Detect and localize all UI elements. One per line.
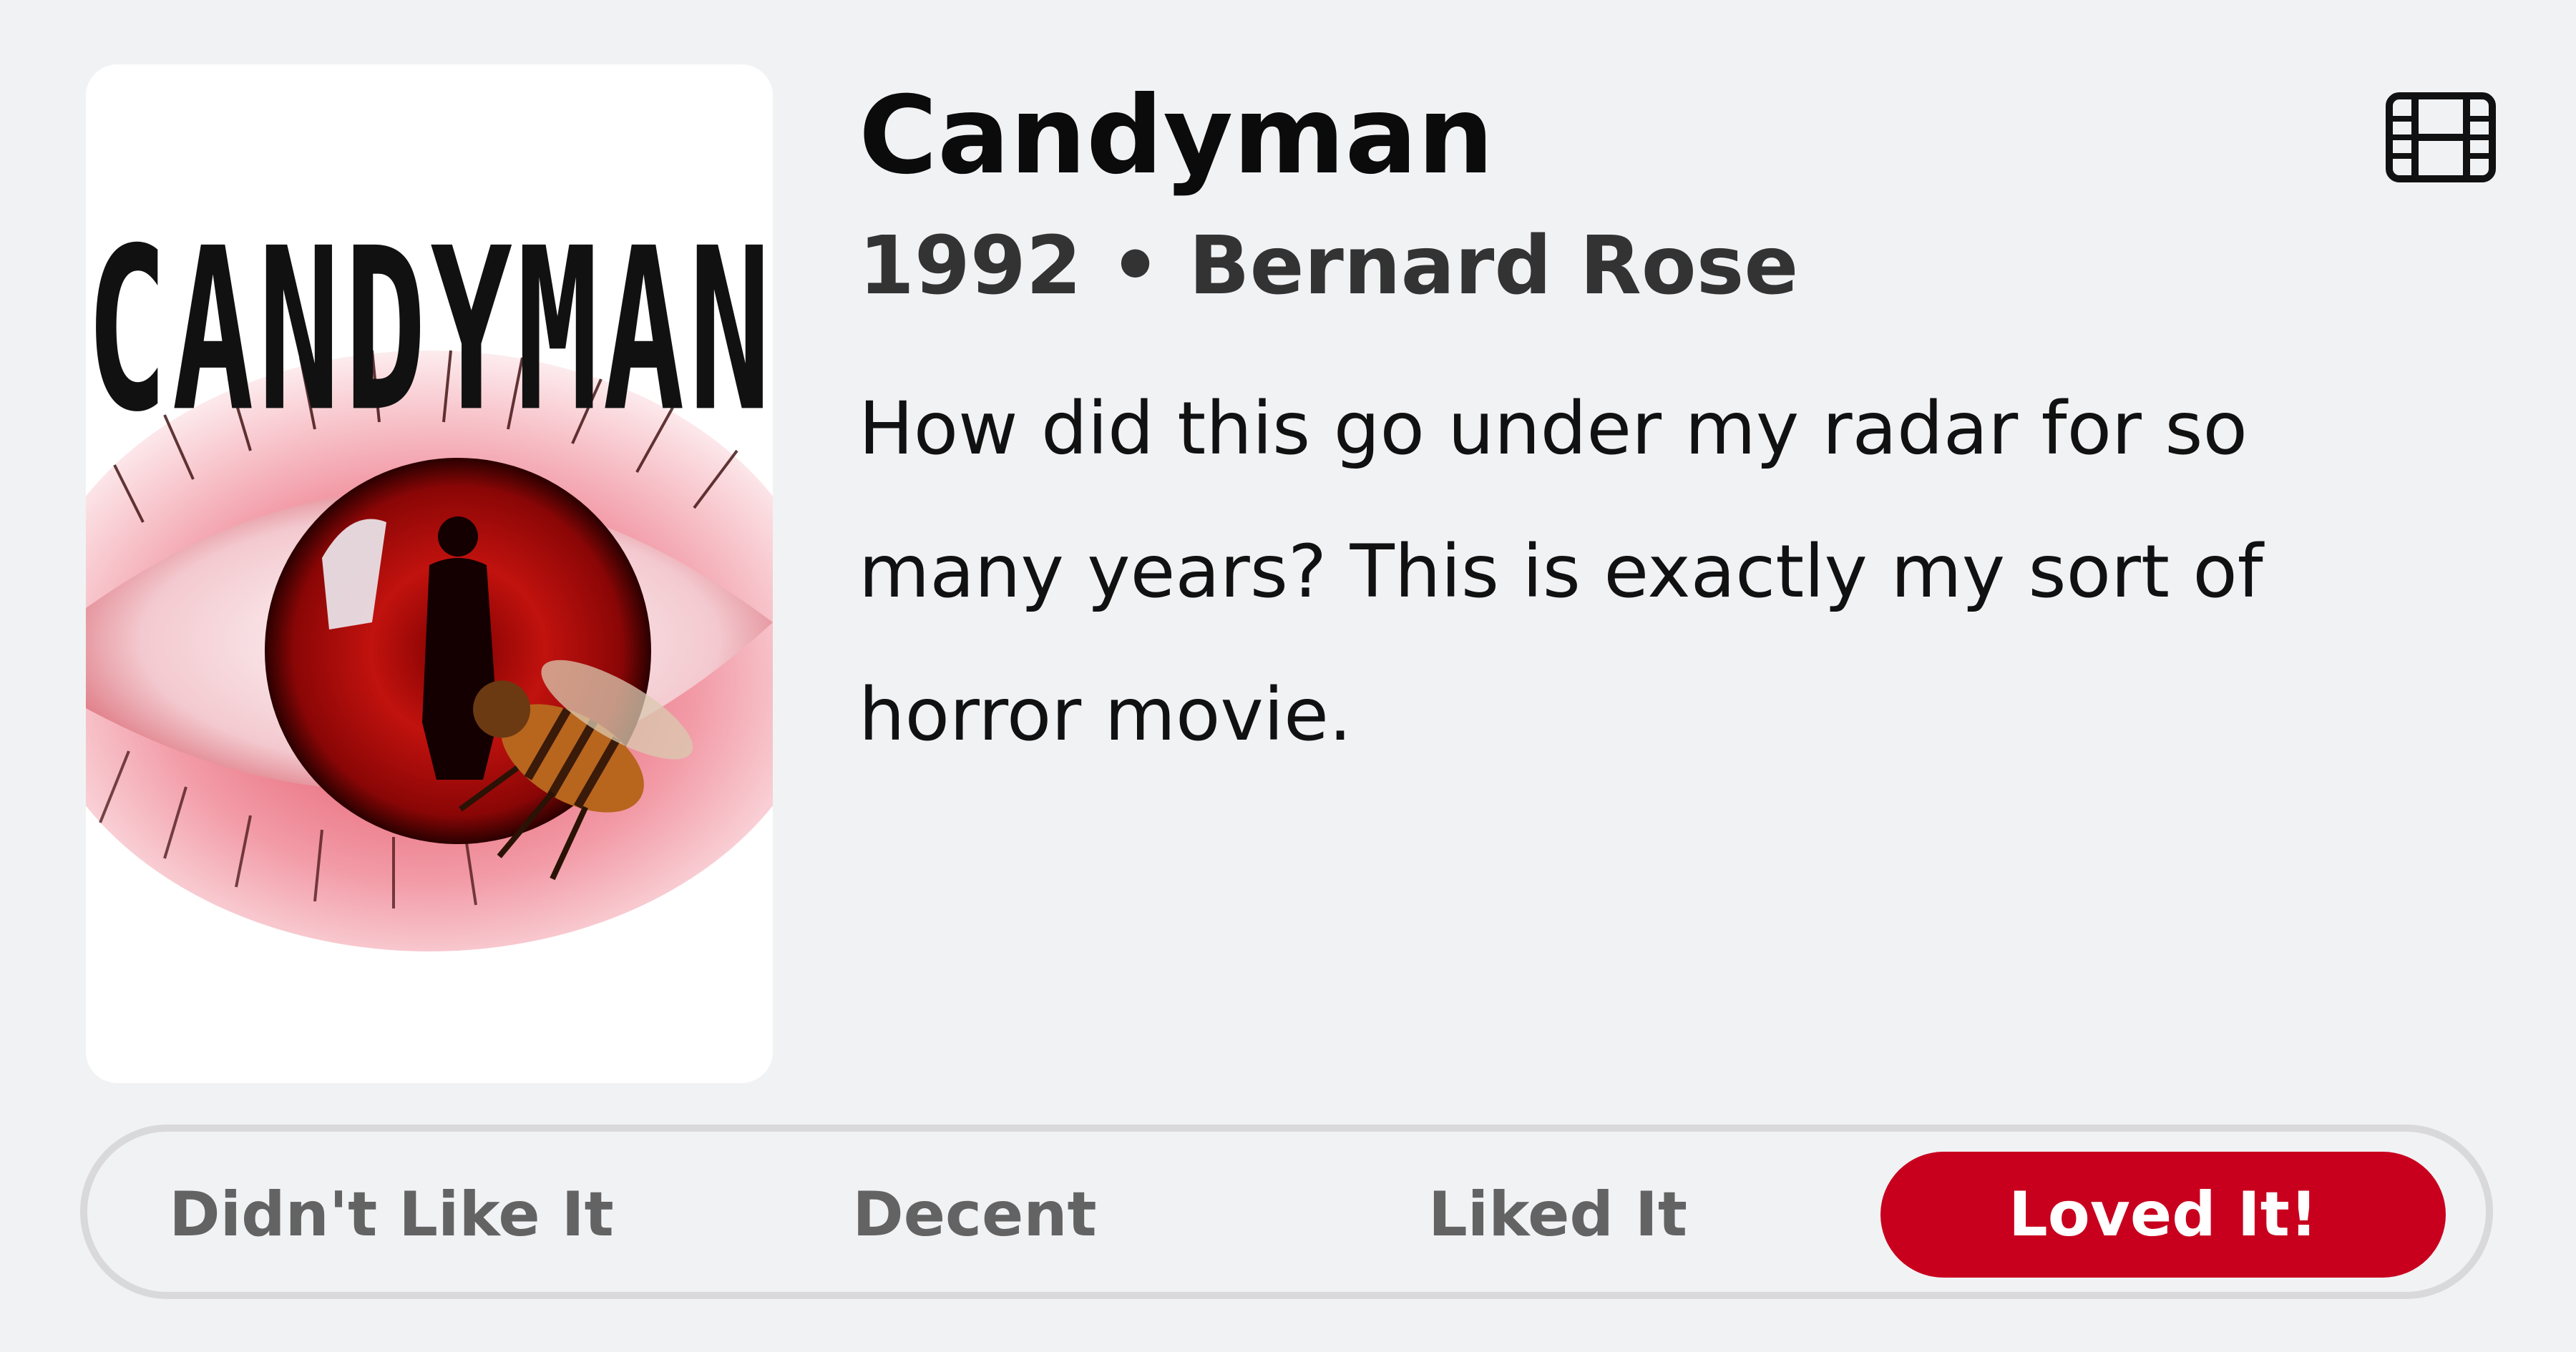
movie-year-director: 1992 • Bernard Rose [859, 220, 1799, 313]
movie-title: Candyman [859, 74, 1494, 198]
rating-option-decent[interactable]: Decent [692, 1152, 1257, 1278]
film-icon [2385, 92, 2497, 183]
review-text: How did this go under my radar for so ma… [859, 386, 2263, 758]
movie-poster[interactable]: CANDYMAN [86, 64, 773, 1083]
rating-selector: Didn't Like It Decent Liked It Loved It! [80, 1125, 2493, 1299]
rating-option-loved-it-selected[interactable]: Loved It! [1880, 1152, 2446, 1278]
rating-option-didnt-like-it[interactable]: Didn't Like It [109, 1152, 674, 1278]
poster-wordmark: CANDYMAN [86, 200, 773, 461]
rating-option-liked-it[interactable]: Liked It [1275, 1152, 1840, 1278]
